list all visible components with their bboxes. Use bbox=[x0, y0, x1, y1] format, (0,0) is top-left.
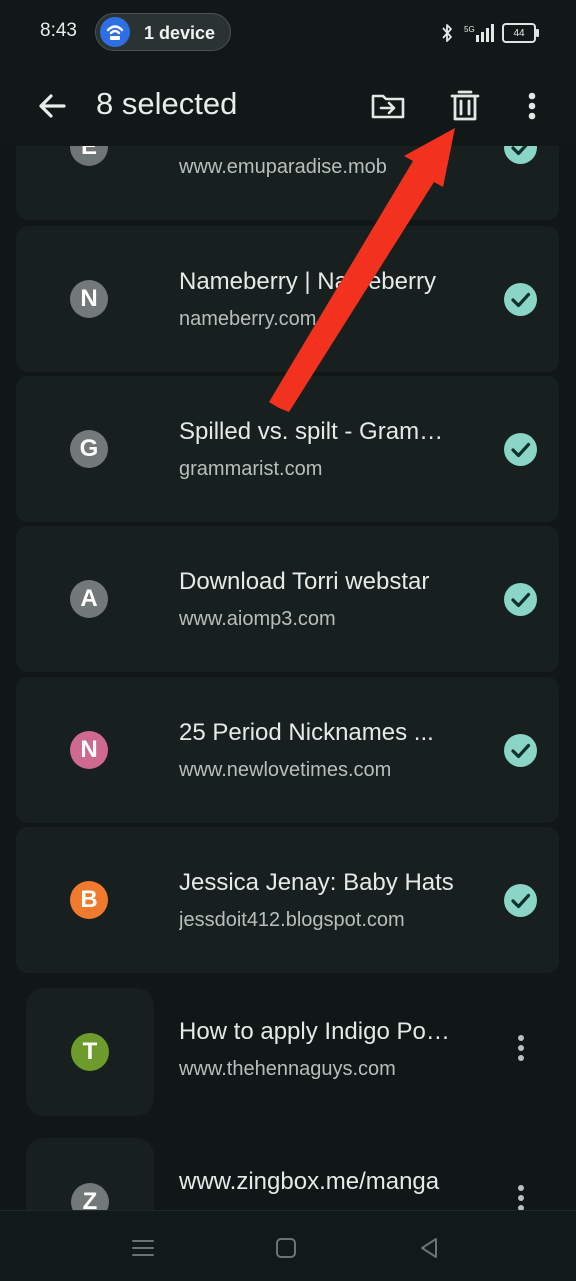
device-pill[interactable]: 1 device bbox=[95, 13, 231, 51]
avatar: N bbox=[70, 280, 108, 318]
device-pill-label: 1 device bbox=[144, 23, 216, 43]
row-title: Download Torri webstar bbox=[179, 568, 430, 595]
svg-text:5G: 5G bbox=[464, 25, 475, 34]
list-item[interactable]: N 25 Period Nicknames ... www.newlovetim… bbox=[16, 677, 559, 823]
status-bar: 8:43 1 device 5G 44 bbox=[0, 0, 576, 66]
battery-level: 44 bbox=[513, 27, 525, 39]
bookmark-list[interactable]: E www.emuparadise.mob N Nameberry | Name… bbox=[0, 0, 576, 1210]
avatar: B bbox=[70, 881, 108, 919]
row-title: Spilled vs. spilt - Grammarist bbox=[179, 418, 459, 445]
row-url: www.emuparadise.mob bbox=[179, 156, 387, 178]
row-url: www.thehennaguys.com bbox=[179, 1058, 396, 1080]
avatar: T bbox=[71, 1033, 109, 1071]
favicon-box: T bbox=[26, 988, 154, 1116]
delete-button[interactable] bbox=[443, 84, 487, 128]
check-circle-icon[interactable] bbox=[504, 734, 537, 767]
check-circle-icon[interactable] bbox=[504, 583, 537, 616]
row-url: www.aiomp3.com bbox=[179, 608, 336, 630]
system-nav-bar bbox=[0, 1210, 576, 1281]
battery-icon: 44 bbox=[502, 23, 539, 43]
row-url: nameberry.com bbox=[179, 308, 317, 330]
row-title: www.zingbox.me/manga bbox=[179, 1168, 440, 1195]
list-item[interactable]: Z www.zingbox.me/manga bbox=[0, 1126, 576, 1210]
more-vert-icon[interactable] bbox=[510, 1176, 532, 1210]
row-title: 25 Period Nicknames ... bbox=[179, 719, 434, 746]
more-options-button[interactable] bbox=[510, 84, 554, 128]
bluetooth-icon bbox=[442, 24, 452, 42]
hotspot-icon bbox=[100, 17, 130, 47]
folder-move-icon bbox=[371, 94, 405, 119]
back-triangle-icon[interactable] bbox=[414, 1233, 444, 1263]
home-icon[interactable] bbox=[271, 1233, 301, 1263]
check-circle-icon[interactable] bbox=[504, 433, 537, 466]
selection-toolbar: 8 selected bbox=[0, 66, 576, 146]
row-url: grammarist.com bbox=[179, 458, 323, 480]
row-url: www.newlovetimes.com bbox=[179, 759, 392, 781]
list-item[interactable]: N Nameberry | Nameberry nameberry.com bbox=[16, 226, 559, 372]
list-item[interactable]: A Download Torri webstar www.aiomp3.com bbox=[16, 526, 559, 672]
avatar: A bbox=[70, 580, 108, 618]
avatar: N bbox=[70, 731, 108, 769]
menu-icon[interactable] bbox=[128, 1233, 158, 1263]
row-title: Jessica Jenay: Baby Hats bbox=[179, 869, 454, 896]
favicon-box: Z bbox=[26, 1138, 154, 1210]
list-item[interactable]: T How to apply Indigo Powder www.thehenn… bbox=[0, 976, 576, 1122]
list-item[interactable]: B Jessica Jenay: Baby Hats jessdoit412.b… bbox=[16, 827, 559, 973]
trash-icon bbox=[450, 90, 480, 121]
avatar: Z bbox=[71, 1183, 109, 1210]
list-item[interactable]: G Spilled vs. spilt - Grammarist grammar… bbox=[16, 376, 559, 522]
page-title: 8 selected bbox=[96, 86, 238, 121]
avatar: G bbox=[70, 430, 108, 468]
back-button[interactable] bbox=[32, 86, 72, 126]
more-vert-icon bbox=[528, 92, 536, 120]
signal-icon: 5G bbox=[464, 24, 494, 42]
more-vert-icon[interactable] bbox=[510, 1026, 532, 1070]
row-url: jessdoit412.blogspot.com bbox=[179, 909, 405, 931]
clock: 8:43 bbox=[40, 20, 77, 41]
move-button[interactable] bbox=[366, 84, 410, 128]
row-title: How to apply Indigo Powder bbox=[179, 1018, 459, 1045]
arrow-left-icon bbox=[39, 94, 66, 118]
check-circle-icon[interactable] bbox=[504, 884, 537, 917]
row-title: Nameberry | Nameberry bbox=[179, 268, 436, 295]
status-icons: 5G 44 bbox=[440, 20, 539, 46]
check-circle-icon[interactable] bbox=[504, 283, 537, 316]
